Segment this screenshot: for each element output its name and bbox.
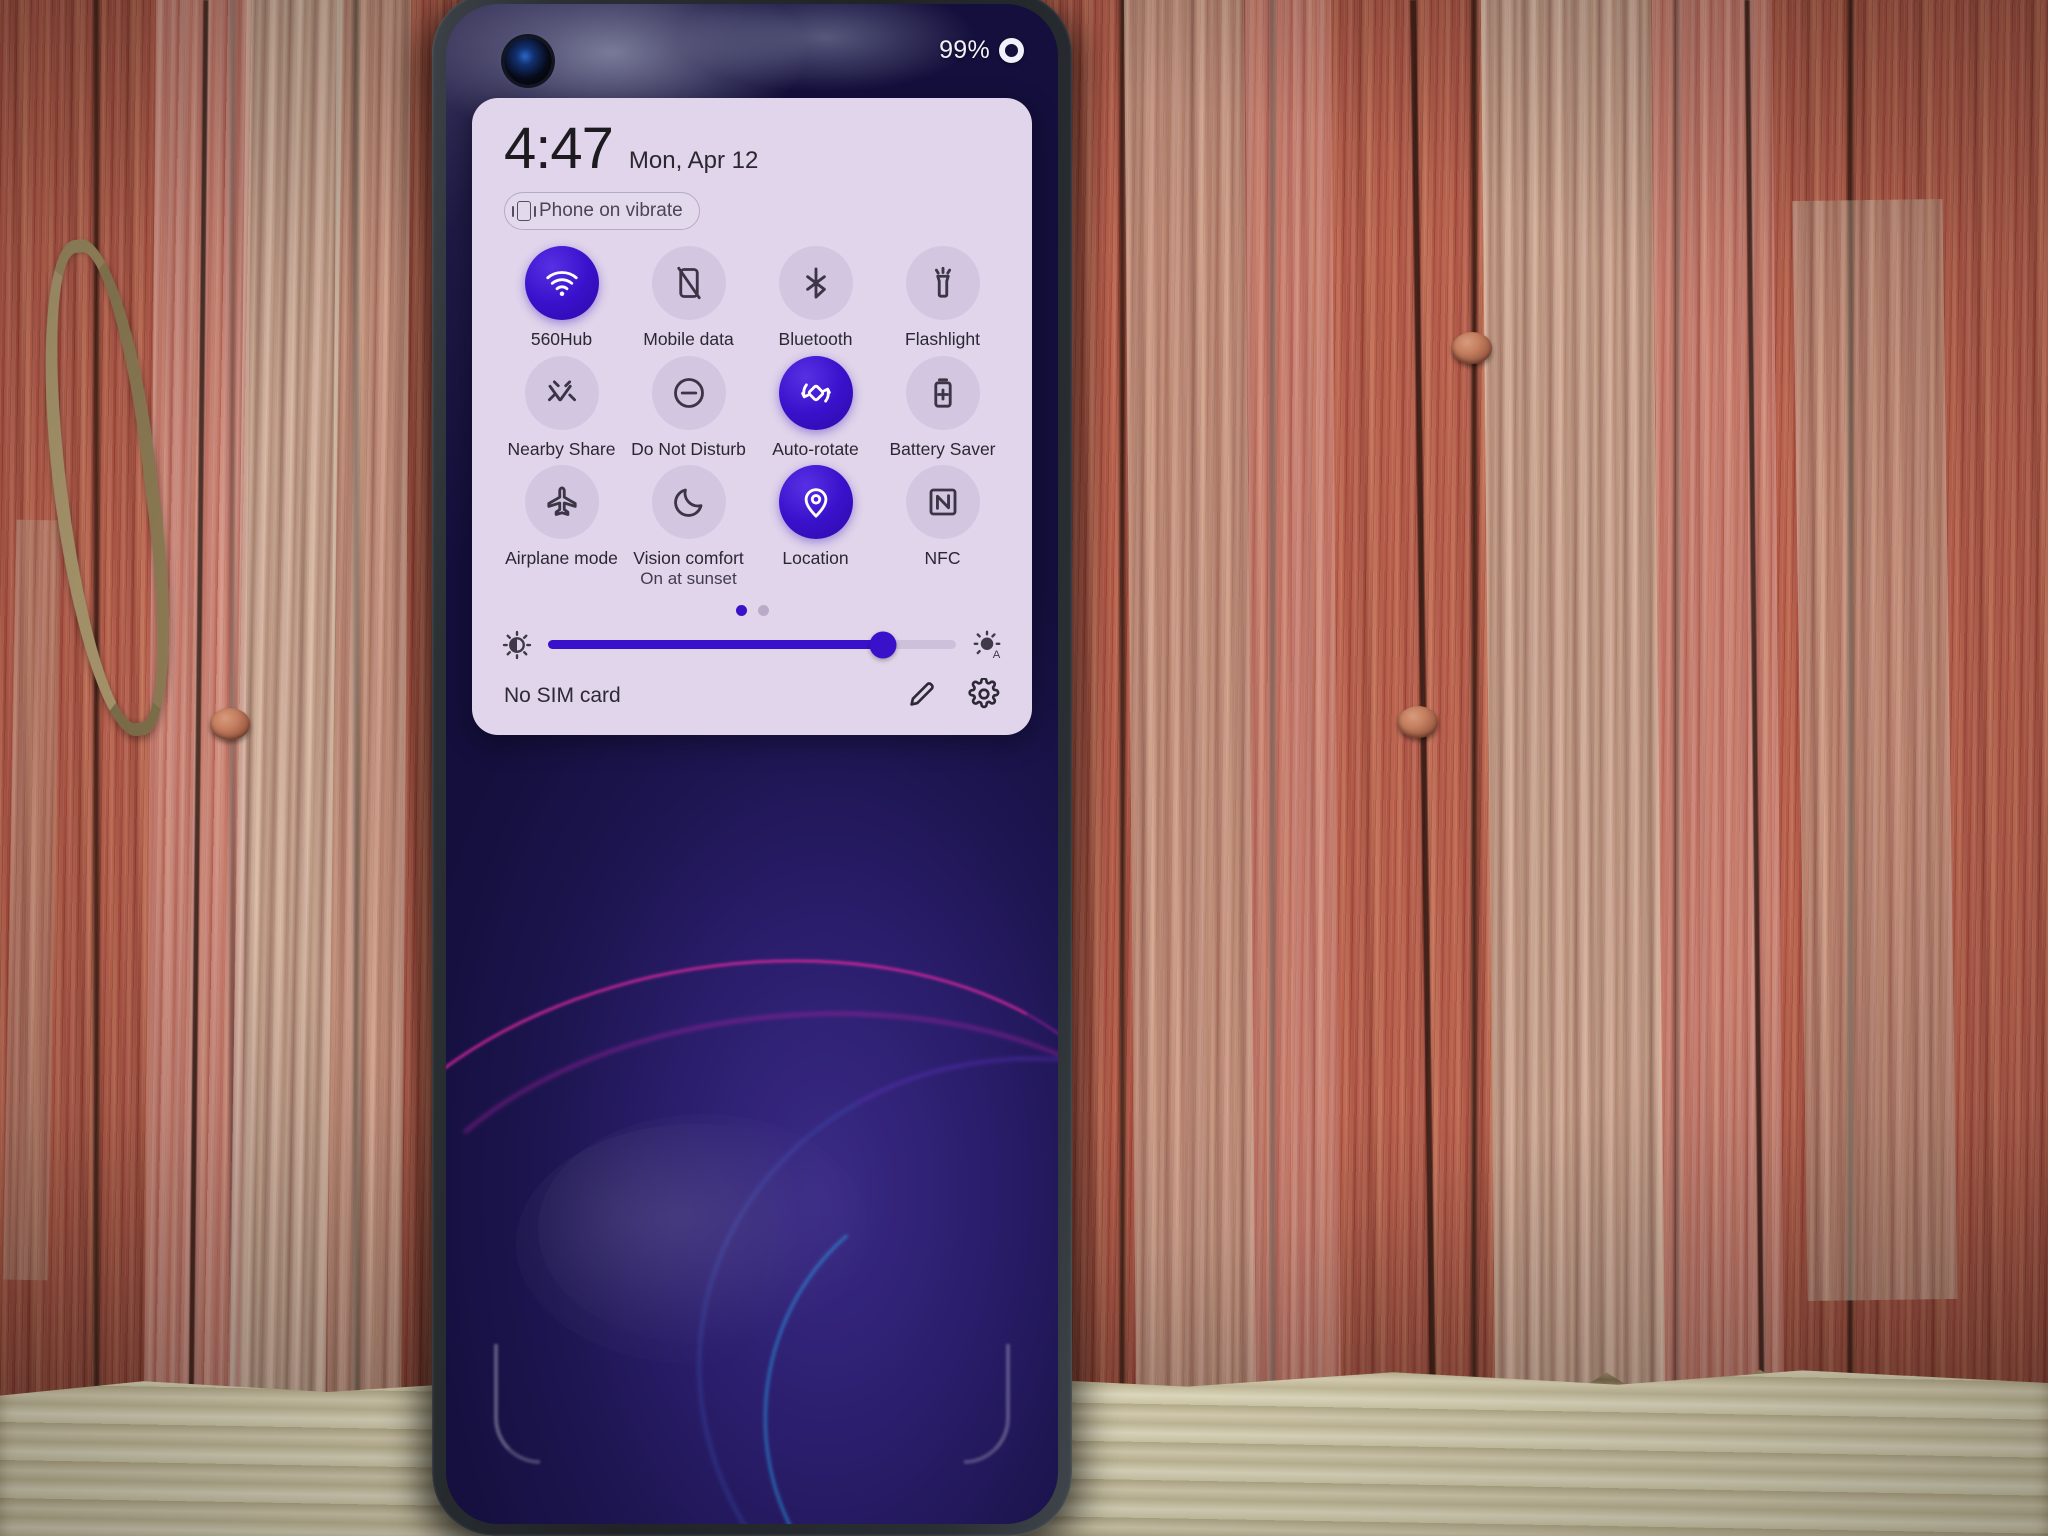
footer-action-group [906,677,1000,715]
clock-date[interactable]: Mon, Apr 12 [629,147,758,175]
weathered-wood-patch [1123,0,1257,1421]
location-pin-icon [778,465,853,540]
brightness-slider-row: A [498,630,1006,661]
moon-icon [651,465,726,540]
tile-label: Bluetooth [778,329,853,349]
tile-label: NFC [924,548,961,569]
quick-settings-panel: 4:47 Mon, Apr 12 Phone on vibrate 560Hub [472,98,1032,735]
plank-seam [1470,0,1479,1450]
vibrate-icon [512,201,536,221]
plank-seam [92,0,101,1450]
tile-label: Location [782,548,849,569]
mobile-data-off-icon [651,246,726,320]
tile-560hub[interactable]: 560Hub [498,246,625,350]
nail-head [1398,706,1438,738]
tile-nfc[interactable]: NFC [879,465,1006,589]
tile-label: Auto-rotate [772,438,859,459]
front-camera-icon [504,37,552,85]
tile-label: Battery Saver [889,438,996,459]
bluetooth-icon [778,246,853,320]
tile-label: Airplane mode [505,548,618,569]
tile-battery-saver[interactable]: Battery Saver [879,355,1006,460]
brightness-slider[interactable] [548,631,956,659]
quick-settings-footer: No SIM card [498,677,1006,735]
svg-text:A: A [993,649,1001,660]
wallpaper-highlight [516,1124,876,1364]
battery-ring-icon [999,37,1024,63]
nearby-share-icon [524,355,599,430]
nail-head [1452,332,1492,364]
brightness-slider-fill [548,640,883,650]
tile-label: Vision comfort [633,548,744,569]
tile-label: Nearby Share [507,438,616,459]
phone-device: 99% 4:47 Mon, Apr 12 Phone on vibrate 56… [432,0,1072,1536]
quick-settings-tile-grid: 560Hub Mobile data Bluetooth Flashlight … [498,246,1006,589]
tile-label: Mobile data [643,329,734,349]
page-dot-1[interactable] [735,604,747,616]
quick-settings-header: 4:47 Mon, Apr 12 [498,120,1006,178]
flashlight-icon [905,246,980,320]
do-not-disturb-icon [651,355,726,430]
ringer-mode-chip[interactable]: Phone on vibrate [504,192,700,230]
tile-nearby-share[interactable]: Nearby Share [498,355,625,460]
page-indicator [498,604,1006,616]
tile-mobile-data[interactable]: Mobile data [625,246,752,350]
brightness-low-icon [502,630,532,660]
battery-saver-icon [905,355,980,430]
auto-rotate-icon [778,355,853,430]
tile-vision-comfort[interactable]: Vision comfort On at sunset [625,465,752,589]
tile-bluetooth[interactable]: Bluetooth [752,246,879,350]
gear-settings-icon[interactable] [968,677,1000,715]
phone-screen: 99% 4:47 Mon, Apr 12 Phone on vibrate 56… [446,4,1058,1524]
tile-auto-rotate[interactable]: Auto-rotate [752,355,879,460]
weathered-wood-patch [326,0,412,1421]
tile-label: Flashlight [905,329,980,349]
tile-do-not-disturb[interactable]: Do Not Disturb [625,355,752,460]
nail-head [210,708,250,740]
airplane-icon [524,465,599,540]
tile-label: 560Hub [530,329,593,349]
weathered-wood-patch [1480,0,1666,1411]
clock-time[interactable]: 4:47 [504,120,614,178]
pencil-edit-icon[interactable] [906,678,938,715]
faded-paint-patch [1651,0,1785,1411]
tile-airplane-mode[interactable]: Airplane mode [498,465,625,589]
sim-status-label: No SIM card [504,684,621,708]
tile-flashlight[interactable]: Flashlight [879,246,1006,350]
ringer-mode-label: Phone on vibrate [539,200,683,221]
battery-percentage: 99% [939,35,990,64]
tile-location[interactable]: Location [752,465,879,589]
brightness-slider-handle[interactable] [869,631,897,659]
faded-paint-patch [1244,0,1342,1421]
brightness-auto-icon[interactable]: A [972,630,1002,661]
page-dot-2[interactable] [757,604,769,616]
tile-label: Do Not Disturb [631,438,746,459]
tile-sublabel: On at sunset [640,568,737,588]
wifi-icon [524,246,599,320]
nfc-icon [905,465,980,540]
weathered-wood-patch [1792,199,1958,1301]
